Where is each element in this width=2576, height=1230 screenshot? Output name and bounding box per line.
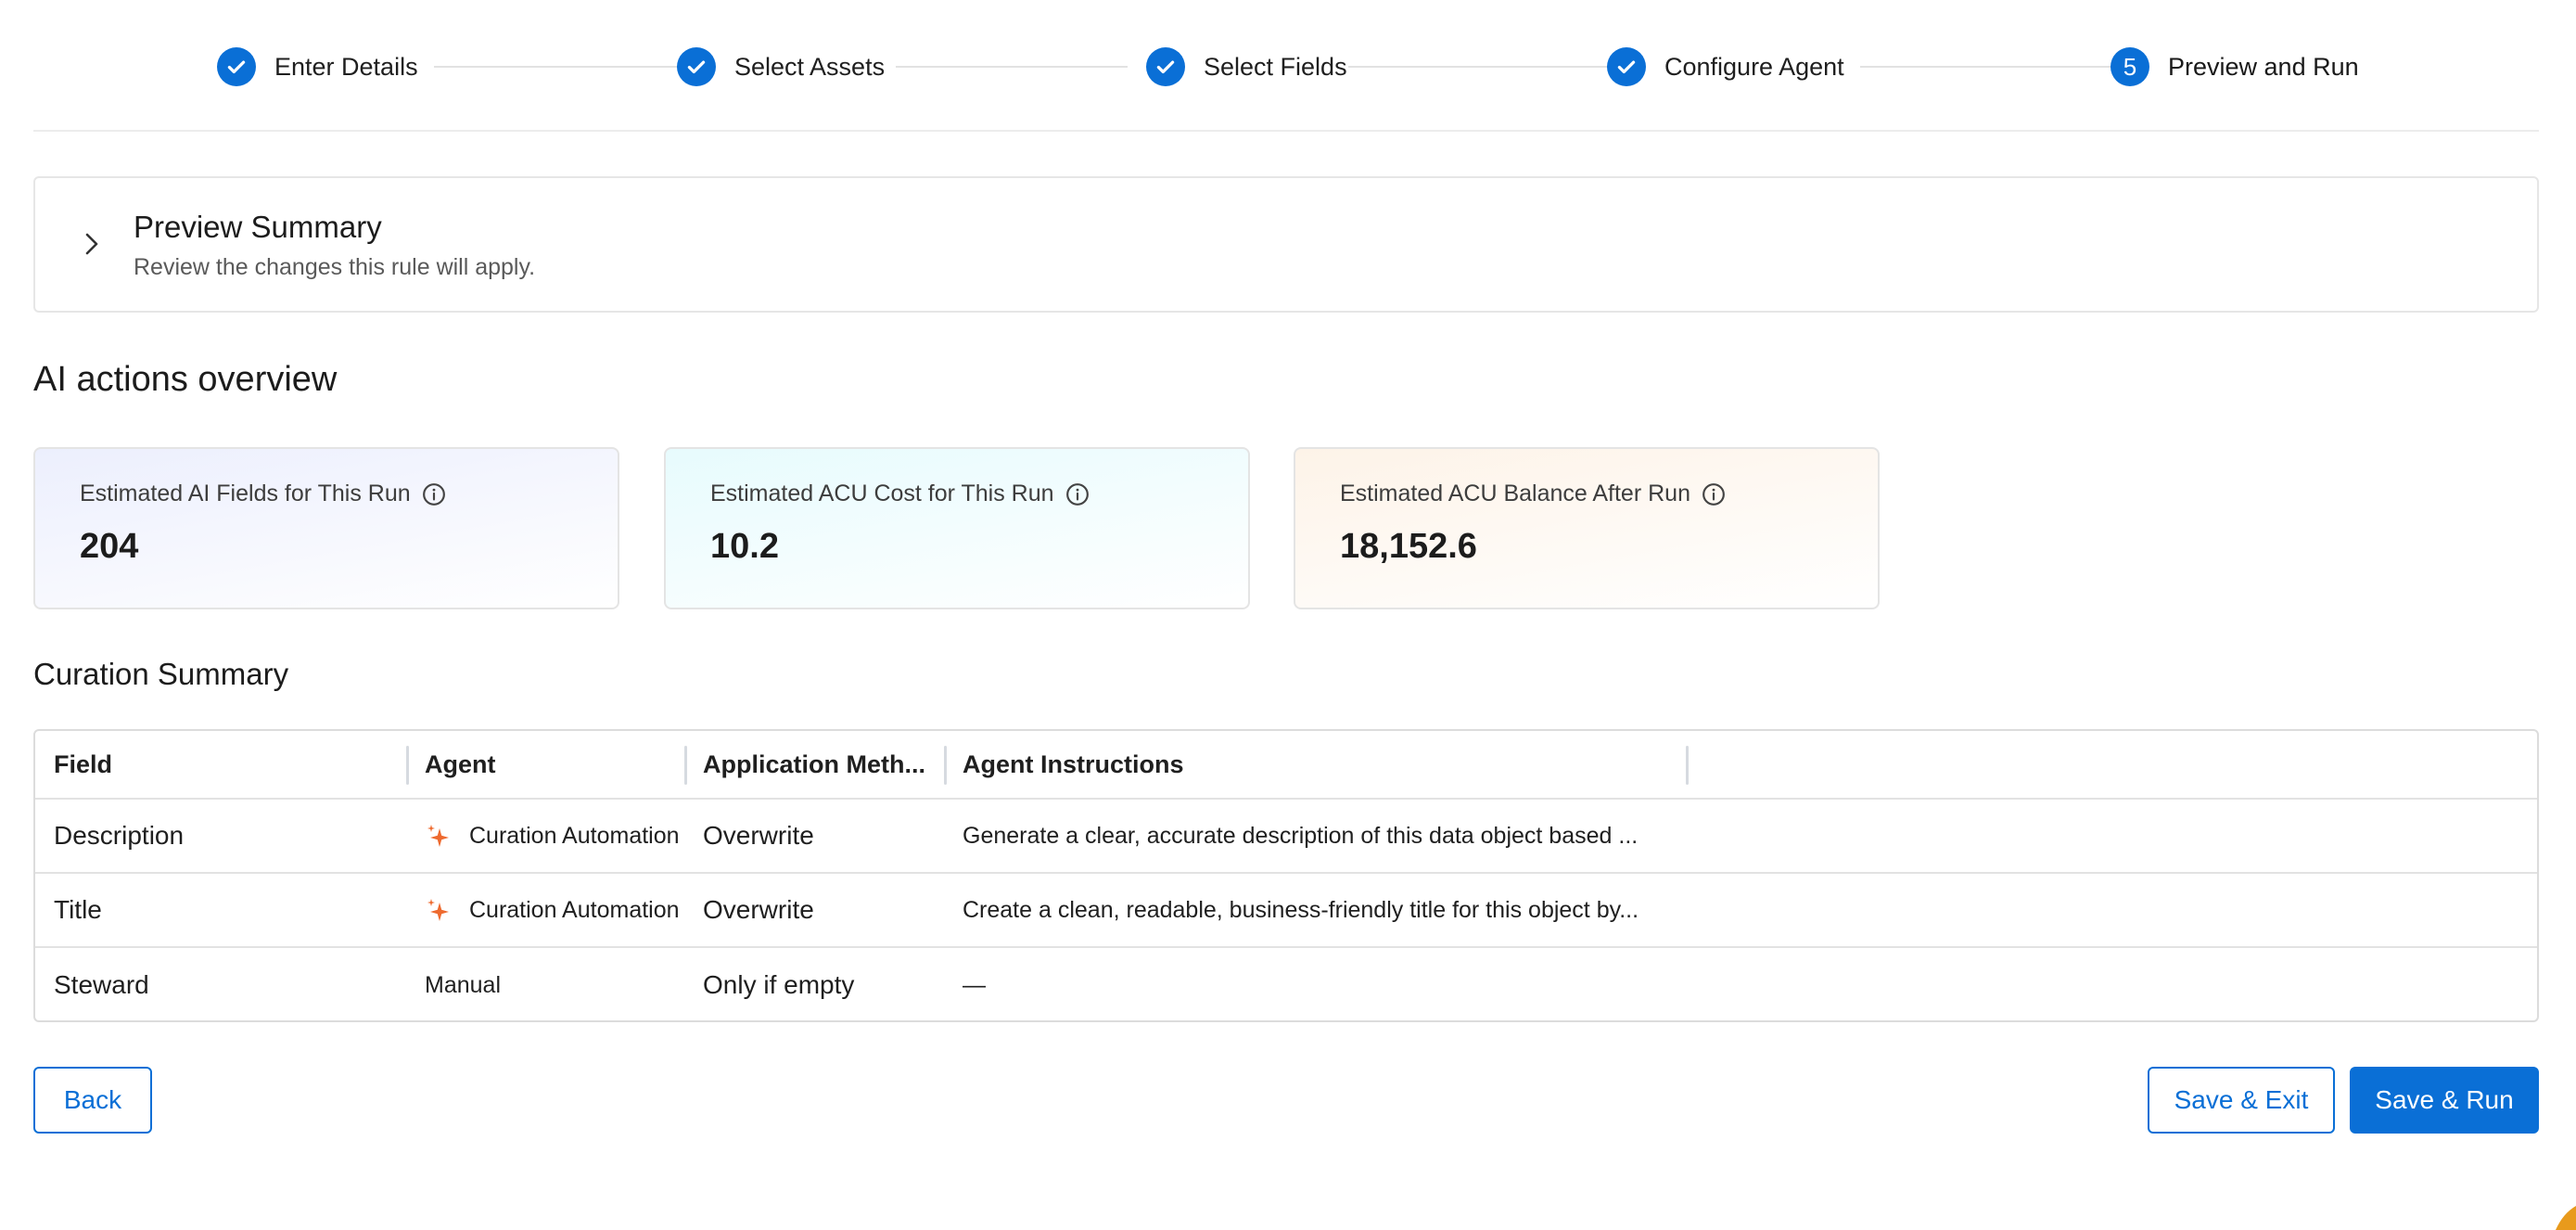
step-preview-and-run[interactable]: 5 Preview and Run xyxy=(2111,46,2359,87)
cell-agent-instructions: Generate a clear, accurate description o… xyxy=(963,822,1639,849)
agent-name: Manual xyxy=(425,971,501,998)
step-connector xyxy=(434,66,686,68)
sparkle-icon xyxy=(427,899,449,921)
card-label-row: Estimated AI Fields for This Run xyxy=(80,480,446,507)
column-resize-handle[interactable] xyxy=(684,746,687,785)
cell-agent: Manual xyxy=(425,948,721,1020)
column-header-application-method[interactable]: Application Meth... xyxy=(703,731,963,798)
column-resize-handle[interactable] xyxy=(1686,746,1689,785)
step-label: Select Fields xyxy=(1204,52,1347,81)
cell-agent-instructions: — xyxy=(963,971,986,998)
step-connector xyxy=(1348,66,1626,68)
column-resize-handle[interactable] xyxy=(944,746,947,785)
step-connector xyxy=(896,66,1128,68)
cell-field: Description xyxy=(54,821,185,850)
page: Enter Details Select Assets Select Field… xyxy=(0,0,2576,1230)
back-button[interactable]: Back xyxy=(33,1067,152,1134)
info-icon[interactable] xyxy=(1702,482,1726,506)
table-header-row: Field Agent Application Meth... Agent In… xyxy=(35,731,2537,800)
card-label-row: Estimated ACU Balance After Run xyxy=(1340,480,1726,507)
save-and-run-button[interactable]: Save & Run xyxy=(2350,1067,2539,1134)
estimated-ai-fields-card: Estimated AI Fields for This Run 204 xyxy=(33,447,619,609)
check-icon xyxy=(217,47,256,86)
cell-field: Title xyxy=(54,895,102,924)
sparkle-icon xyxy=(427,825,449,847)
estimated-acu-balance-card: Estimated ACU Balance After Run 18,152.6 xyxy=(1294,447,1880,609)
table-row[interactable]: Title Curation Automation Overwrite Crea… xyxy=(35,874,2537,948)
column-resize-handle[interactable] xyxy=(406,746,409,785)
card-label-row: Estimated ACU Cost for This Run xyxy=(710,480,1090,507)
column-header-field[interactable]: Field xyxy=(54,731,415,798)
agent-name: Curation Automation xyxy=(469,896,680,923)
step-configure-agent[interactable]: Configure Agent xyxy=(1607,46,1844,87)
cell-application-method: Only if empty xyxy=(703,970,855,999)
curation-summary-table: Field Agent Application Meth... Agent In… xyxy=(33,729,2539,1022)
card-value: 10.2 xyxy=(710,527,779,566)
chevron-right-icon[interactable] xyxy=(80,230,104,258)
step-label: Configure Agent xyxy=(1664,52,1844,81)
card-label: Estimated ACU Cost for This Run xyxy=(710,480,1054,506)
cell-agent: Curation Automation xyxy=(425,874,721,946)
card-value: 18,152.6 xyxy=(1340,527,1477,566)
info-icon[interactable] xyxy=(422,482,446,506)
step-enter-details[interactable]: Enter Details xyxy=(217,46,418,87)
step-label: Select Assets xyxy=(734,52,886,81)
cell-agent: Curation Automation xyxy=(425,800,721,872)
curation-summary-title: Curation Summary xyxy=(33,657,289,691)
table-row[interactable]: Steward Manual Only if empty — xyxy=(35,948,2537,1020)
table-row[interactable]: Description Curation Automation Overwrit… xyxy=(35,800,2537,874)
cell-application-method: Overwrite xyxy=(703,821,814,850)
ai-actions-overview-title: AI actions overview xyxy=(33,360,338,399)
estimated-acu-cost-card: Estimated ACU Cost for This Run 10.2 xyxy=(664,447,1250,609)
preview-summary-subtitle: Review the changes this rule will apply. xyxy=(134,254,536,280)
agent-name: Curation Automation xyxy=(469,822,680,849)
column-header-agent[interactable]: Agent xyxy=(425,731,721,798)
column-header-agent-instructions[interactable]: Agent Instructions xyxy=(963,731,1704,798)
step-connector xyxy=(1860,66,2131,68)
check-icon xyxy=(677,47,716,86)
step-label: Preview and Run xyxy=(2168,52,2359,81)
preview-summary-panel[interactable]: Preview Summary Review the changes this … xyxy=(33,176,2539,313)
check-icon xyxy=(1146,47,1185,86)
card-label: Estimated ACU Balance After Run xyxy=(1340,480,1690,506)
info-icon[interactable] xyxy=(1065,482,1090,506)
save-and-exit-button[interactable]: Save & Exit xyxy=(2148,1067,2335,1134)
stepper: Enter Details Select Assets Select Field… xyxy=(33,0,2539,132)
cell-application-method: Overwrite xyxy=(703,895,814,924)
corner-decoration xyxy=(2556,1206,2576,1230)
card-label: Estimated AI Fields for This Run xyxy=(80,480,411,506)
step-select-fields[interactable]: Select Fields xyxy=(1146,46,1347,87)
step-number-badge: 5 xyxy=(2111,47,2149,86)
card-value: 204 xyxy=(80,527,139,566)
cell-agent-instructions: Create a clean, readable, business-frien… xyxy=(963,896,1639,923)
step-select-assets[interactable]: Select Assets xyxy=(677,46,885,87)
step-label: Enter Details xyxy=(274,52,418,81)
check-icon xyxy=(1607,47,1646,86)
cell-field: Steward xyxy=(54,970,149,999)
preview-summary-title: Preview Summary xyxy=(134,210,382,244)
